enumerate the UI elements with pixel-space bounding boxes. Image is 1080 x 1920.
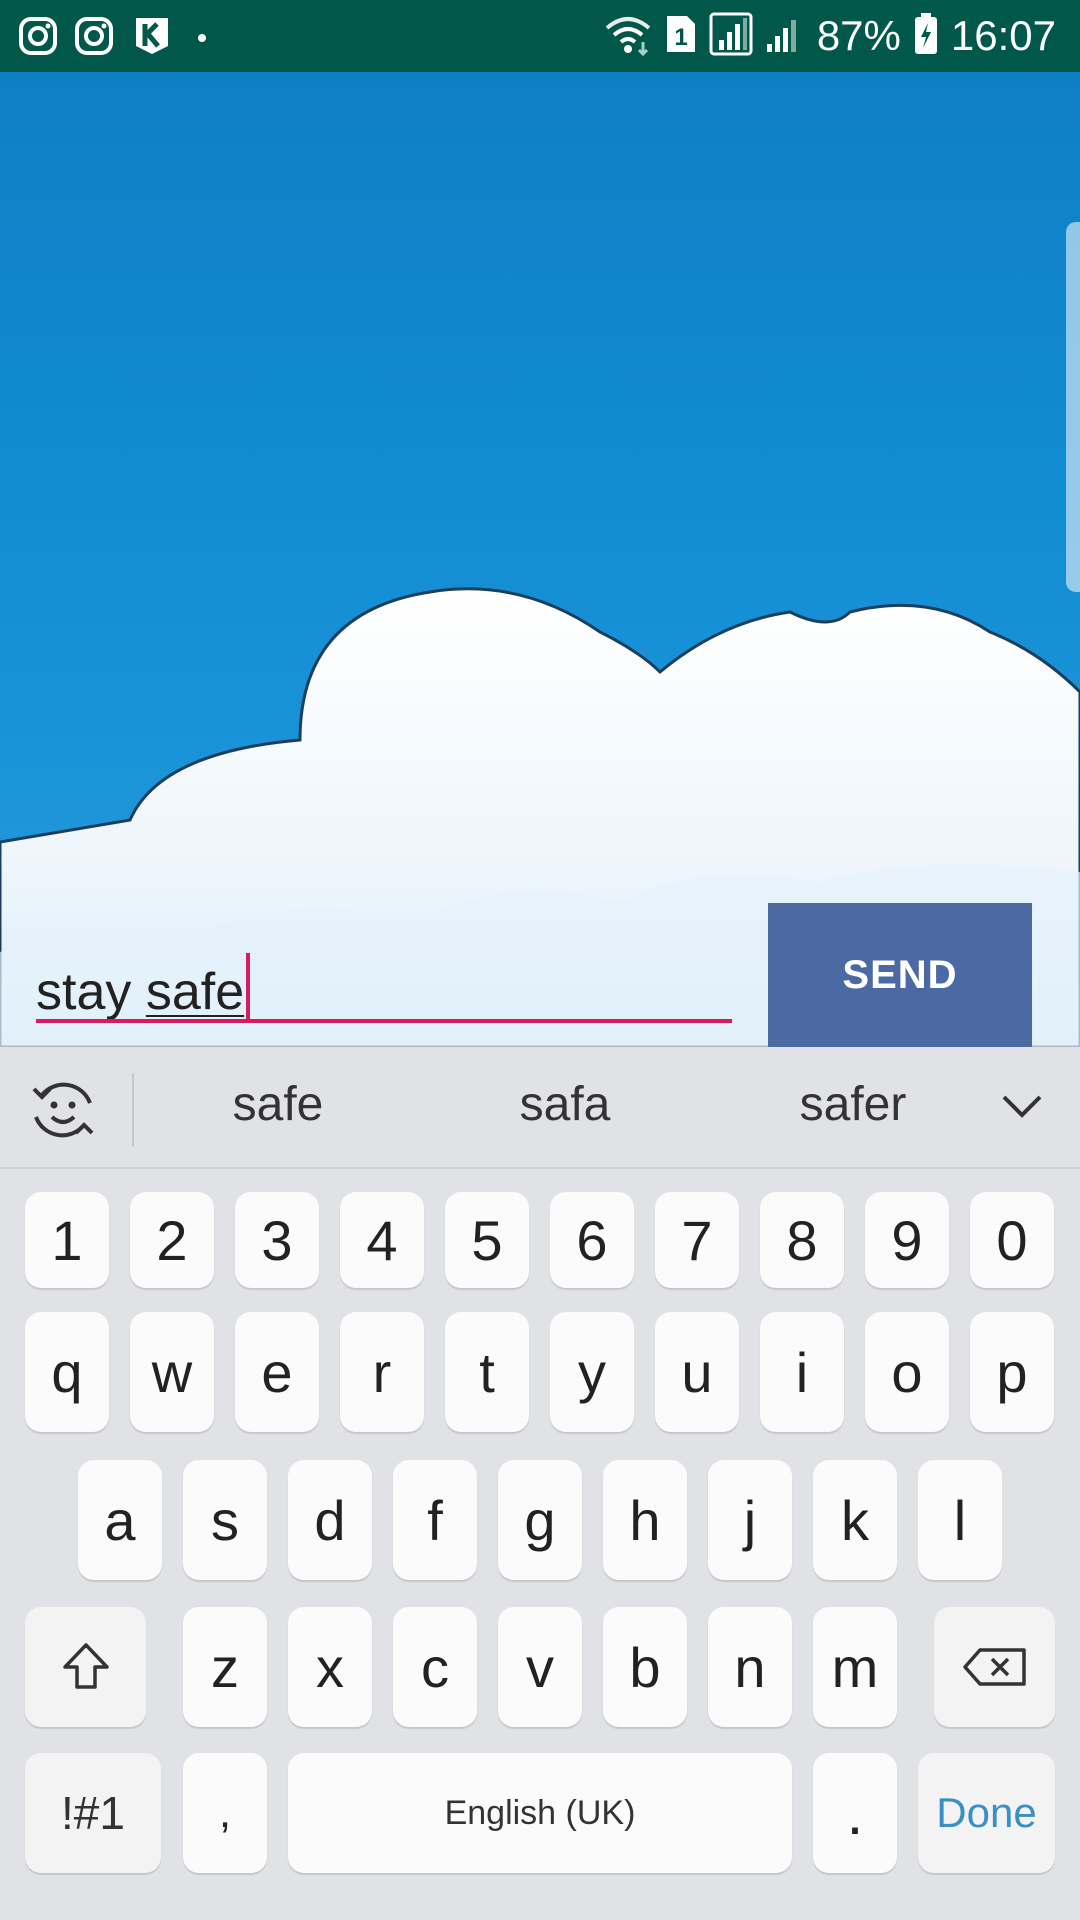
instagram-icon: [74, 16, 114, 61]
keyboard: safe safa safer 1 2 3 4 5 6 7 8 9 0 q w …: [0, 1047, 1080, 1920]
key-q[interactable]: q: [25, 1312, 109, 1432]
key-a[interactable]: a: [78, 1460, 162, 1580]
kik-icon: [130, 14, 174, 63]
key-f[interactable]: f: [393, 1460, 477, 1580]
suggestion-item[interactable]: safe: [158, 1077, 398, 1132]
key-s[interactable]: s: [183, 1460, 267, 1580]
key-u[interactable]: u: [655, 1312, 739, 1432]
wifi-icon: [603, 12, 653, 61]
dot-icon: [190, 16, 214, 61]
input-underline: [36, 1019, 732, 1023]
key-9[interactable]: 9: [865, 1192, 949, 1288]
key-x[interactable]: x: [288, 1607, 372, 1727]
chevron-down-icon[interactable]: [998, 1089, 1046, 1125]
clouds-illustration: [0, 587, 1080, 1047]
comma-key[interactable]: ,: [183, 1753, 267, 1873]
key-v[interactable]: v: [498, 1607, 582, 1727]
suggestion-item[interactable]: safa: [445, 1077, 685, 1132]
shift-icon: [62, 1643, 109, 1689]
sim-1-icon: 1: [665, 14, 697, 59]
key-0[interactable]: 0: [970, 1192, 1054, 1288]
message-text[interactable]: stay safe: [36, 953, 251, 1023]
key-z[interactable]: z: [183, 1607, 267, 1727]
key-y[interactable]: y: [550, 1312, 634, 1432]
key-d[interactable]: d: [288, 1460, 372, 1580]
key-7[interactable]: 7: [655, 1192, 739, 1288]
key-l[interactable]: l: [918, 1460, 1002, 1580]
status-bar: 1 87% 16:07: [0, 0, 1080, 72]
send-button[interactable]: SEND: [768, 903, 1032, 1047]
key-r[interactable]: r: [340, 1312, 424, 1432]
symbols-key[interactable]: !#1: [25, 1753, 161, 1873]
key-t[interactable]: t: [445, 1312, 529, 1432]
space-key[interactable]: English (UK): [288, 1753, 792, 1873]
key-8[interactable]: 8: [760, 1192, 844, 1288]
message-text-plain: stay: [36, 963, 146, 1021]
suggestion-item[interactable]: safer: [733, 1077, 973, 1132]
clock: 16:07: [950, 12, 1056, 59]
key-e[interactable]: e: [235, 1312, 319, 1432]
key-n[interactable]: n: [708, 1607, 792, 1727]
signal-icon: [709, 12, 753, 61]
shift-key[interactable]: [25, 1607, 146, 1727]
suggestion-divider: [132, 1073, 134, 1147]
key-p[interactable]: p: [970, 1312, 1054, 1432]
key-4[interactable]: 4: [340, 1192, 424, 1288]
key-5[interactable]: 5: [445, 1192, 529, 1288]
key-b[interactable]: b: [603, 1607, 687, 1727]
done-key[interactable]: Done: [918, 1753, 1055, 1873]
edge-panel-handle[interactable]: [1066, 222, 1080, 592]
signal-icon: [765, 12, 805, 61]
text-cursor: [246, 953, 251, 1023]
key-k[interactable]: k: [813, 1460, 897, 1580]
message-input[interactable]: stay safe: [36, 935, 732, 1025]
key-h[interactable]: h: [603, 1460, 687, 1580]
key-g[interactable]: g: [498, 1460, 582, 1580]
key-j[interactable]: j: [708, 1460, 792, 1580]
sky-background: [0, 72, 1080, 1047]
message-text-composing: safe: [145, 963, 245, 1021]
key-w[interactable]: w: [130, 1312, 214, 1432]
period-key[interactable]: .: [813, 1753, 897, 1873]
key-i[interactable]: i: [760, 1312, 844, 1432]
battery-charging-icon: [913, 12, 939, 61]
sim-label: 1: [674, 24, 687, 51]
key-c[interactable]: c: [393, 1607, 477, 1727]
key-1[interactable]: 1: [25, 1192, 109, 1288]
key-3[interactable]: 3: [235, 1192, 319, 1288]
key-m[interactable]: m: [813, 1607, 897, 1727]
battery-percent: 87%: [816, 12, 901, 59]
backspace-key[interactable]: [934, 1607, 1055, 1727]
instagram-icon: [18, 16, 58, 61]
backspace-icon: [962, 1648, 1026, 1686]
key-2[interactable]: 2: [130, 1192, 214, 1288]
emoji-rotate-icon[interactable]: [28, 1075, 98, 1145]
key-6[interactable]: 6: [550, 1192, 634, 1288]
suggestion-bar: safe safa safer: [0, 1047, 1080, 1169]
key-o[interactable]: o: [865, 1312, 949, 1432]
